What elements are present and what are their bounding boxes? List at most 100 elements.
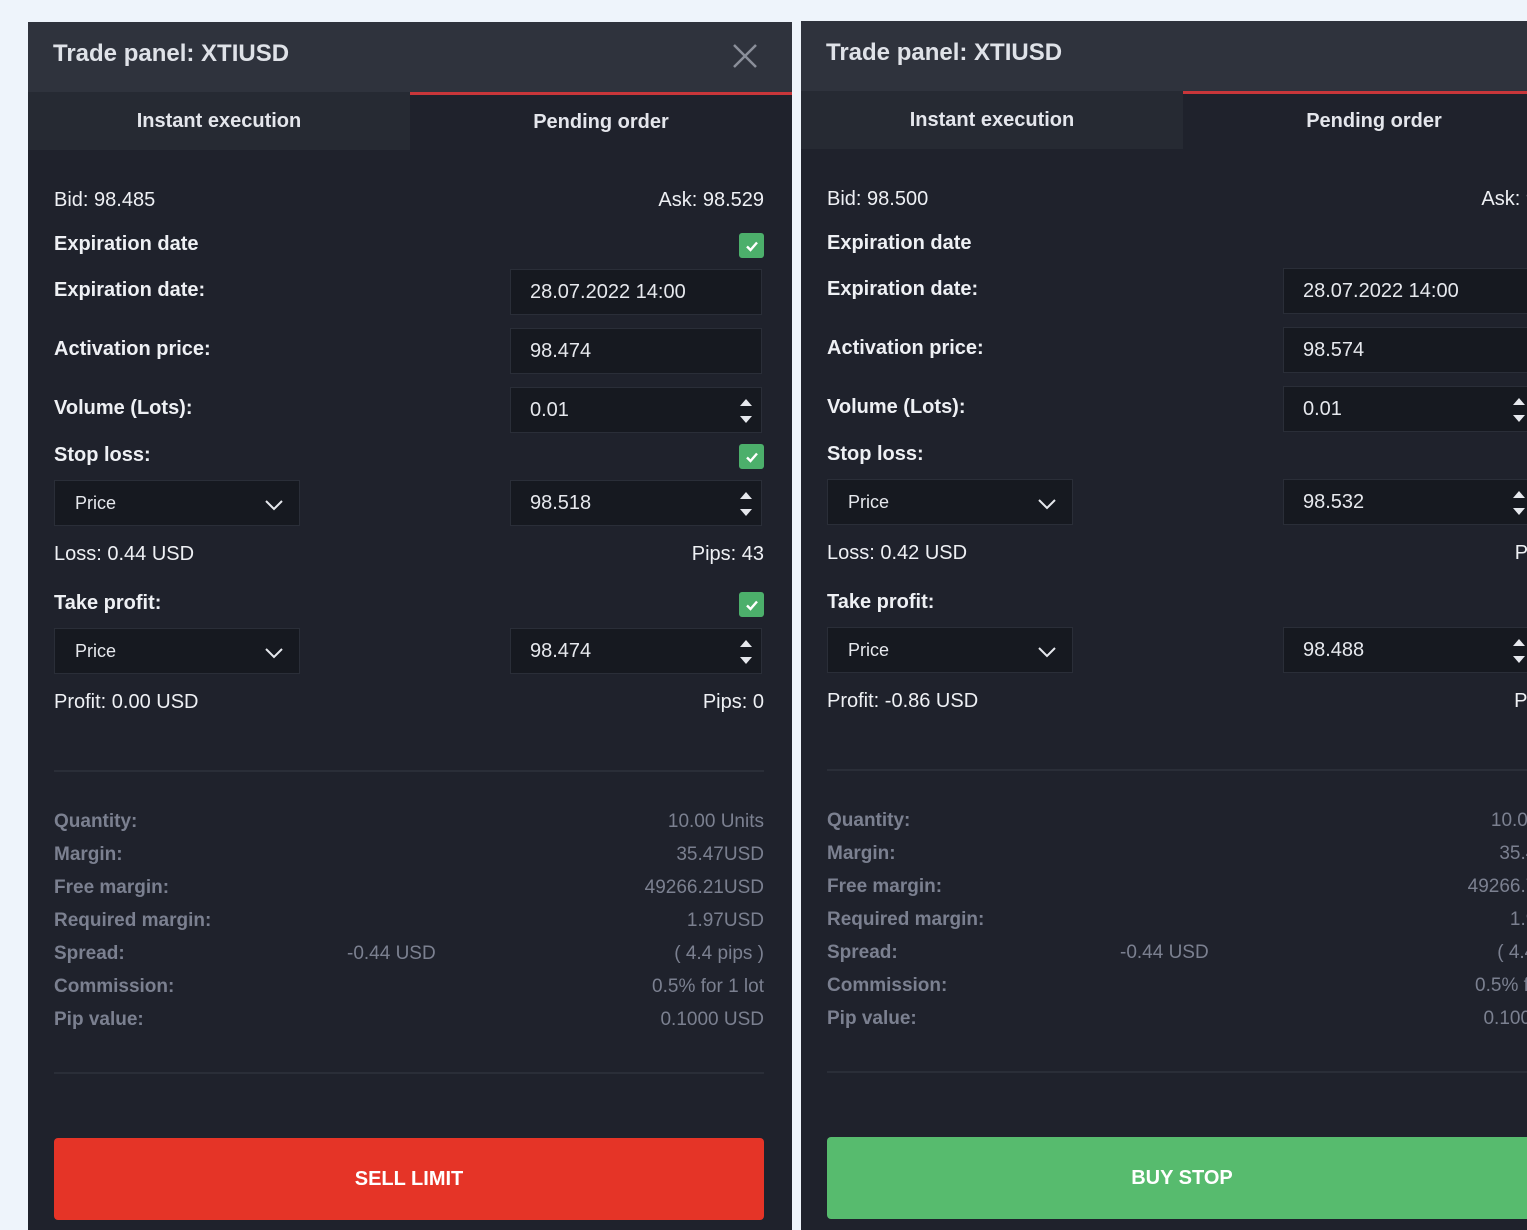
profit-row: Profit: 0.00 USD Pips: 0 — [54, 691, 764, 719]
info-free-margin: Free margin: 49266.21USD — [54, 877, 764, 905]
volume-value: 0.01 — [1303, 397, 1342, 420]
checkmark-icon — [745, 452, 758, 463]
take-profit-value: 98.474 — [530, 639, 592, 662]
take-profit-mode-select[interactable]: Price — [827, 627, 1073, 673]
commission-label: Commission: — [827, 975, 948, 996]
panel-header: Trade panel: XTIUSD — [28, 22, 792, 92]
quote-row: Bid: 98.500 Ask: 98.544 — [827, 188, 1527, 214]
close-icon[interactable] — [730, 41, 760, 71]
loss-row: Loss: 0.44 USD Pips: 43 — [54, 543, 764, 571]
tab-pending-order[interactable]: Pending order — [1183, 91, 1527, 149]
tab-instant-execution[interactable]: Instant execution — [801, 91, 1183, 149]
info-spread: Spread: -0.44 USD ( 4.4 pips ) — [827, 942, 1527, 970]
loss-amount: Loss: 0.42 USD — [827, 542, 968, 564]
take-profit-stepper[interactable]: 98.474 — [510, 628, 762, 674]
activation-price-value: 98.474 — [530, 339, 592, 362]
volume-stepper[interactable]: 0.01 — [1283, 386, 1527, 432]
expiration-date-label: Expiration date: — [54, 279, 206, 301]
margin-label: Margin: — [827, 843, 896, 864]
info-free-margin: Free margin: 49266.71USD — [827, 876, 1527, 904]
take-profit-checkbox[interactable] — [739, 592, 764, 617]
volume-label: Volume (Lots): — [54, 397, 193, 419]
panel-title: Trade panel: XTIUSD — [53, 40, 290, 67]
stop-loss-stepper[interactable]: 98.518 — [510, 480, 762, 526]
stepper-arrows-icon[interactable] — [1510, 391, 1527, 429]
expiration-date-label: Expiration date: — [827, 278, 979, 300]
expiration-date-value: 28.07.2022 14:00 — [530, 280, 686, 303]
expiration-checkbox[interactable] — [739, 233, 764, 258]
stop-loss-value: 98.518 — [530, 491, 592, 514]
expiration-toggle-label: Expiration date — [54, 233, 199, 255]
expiration-toggle-row: Expiration date — [54, 233, 764, 261]
expiration-date-value: 28.07.2022 14:00 — [1303, 279, 1459, 302]
stop-loss-mode-select[interactable]: Price — [827, 479, 1073, 525]
stop-loss-label: Stop loss: — [827, 443, 924, 465]
stepper-arrows-icon[interactable] — [737, 485, 755, 523]
take-profit-mode-value: Price — [75, 640, 117, 661]
spread-label: Spread: — [54, 943, 125, 964]
stepper-arrows-icon[interactable] — [1510, 632, 1527, 670]
margin-value: 35.47USD — [676, 844, 764, 865]
loss-amount: Loss: 0.44 USD — [54, 543, 195, 565]
tab-instant-execution[interactable]: Instant execution — [28, 92, 410, 150]
expiration-date-input[interactable]: 28.07.2022 14:00 — [510, 269, 762, 315]
stepper-arrows-icon[interactable] — [1510, 484, 1527, 522]
volume-label: Volume (Lots): — [827, 396, 966, 418]
profit-pips: Pips: 0 — [702, 691, 764, 713]
activation-price-input[interactable]: 98.474 — [510, 328, 762, 374]
chevron-down-icon — [265, 648, 283, 659]
sell-limit-button[interactable]: SELL LIMIT — [54, 1138, 764, 1220]
buy-stop-button[interactable]: BUY STOP — [827, 1137, 1527, 1219]
loss-pips: Pips: 43 — [691, 543, 764, 565]
commission-value: 0.5% for 1 lot — [1475, 975, 1527, 996]
activation-price-label: Activation price: — [827, 337, 984, 359]
stepper-arrows-icon[interactable] — [737, 633, 755, 671]
stop-loss-row: Stop loss: — [827, 443, 1527, 471]
bid-price: Bid: 98.500 — [827, 188, 929, 210]
take-profit-mode-select[interactable]: Price — [54, 628, 300, 674]
profit-amount: Profit: 0.00 USD — [54, 691, 199, 713]
stop-loss-mode-value: Price — [848, 491, 890, 512]
commission-value: 0.5% for 1 lot — [652, 976, 764, 997]
required-margin-label: Required margin: — [54, 910, 212, 931]
info-commission: Commission: 0.5% for 1 lot — [54, 976, 764, 1004]
order-tabs: Instant execution Pending order — [801, 91, 1527, 149]
stop-loss-mode-select[interactable]: Price — [54, 480, 300, 526]
info-spread: Spread: -0.44 USD ( 4.4 pips ) — [54, 943, 764, 971]
free-margin-label: Free margin: — [54, 877, 170, 898]
volume-value: 0.01 — [530, 398, 569, 421]
stop-loss-stepper[interactable]: 98.532 — [1283, 479, 1527, 525]
info-margin: Margin: 35.47USD — [54, 844, 764, 872]
quantity-value: 10.00 Units — [1490, 810, 1527, 831]
info-quantity: Quantity: 10.00 Units — [54, 811, 764, 839]
info-required-margin: Required margin: 1.97USD — [827, 909, 1527, 937]
info-pip-value: Pip value: 0.1000 USD — [54, 1009, 764, 1037]
stepper-arrows-icon[interactable] — [737, 392, 755, 430]
divider — [54, 1072, 764, 1074]
tab-pending-order[interactable]: Pending order — [410, 92, 792, 150]
spread-pips: ( 4.4 pips ) — [1497, 942, 1527, 963]
info-pip-value: Pip value: 0.1000 USD — [827, 1008, 1527, 1036]
required-margin-label: Required margin: — [827, 909, 985, 930]
stop-loss-value: 98.532 — [1303, 490, 1365, 513]
order-tabs: Instant execution Pending order — [28, 92, 792, 150]
expiration-date-input[interactable]: 28.07.2022 14:00 — [1283, 268, 1527, 314]
chevron-down-icon — [1038, 499, 1056, 510]
pip-value-label: Pip value: — [54, 1009, 144, 1030]
info-commission: Commission: 0.5% for 1 lot — [827, 975, 1527, 1003]
stop-loss-checkbox[interactable] — [739, 444, 764, 469]
spread-label: Spread: — [827, 942, 898, 963]
take-profit-stepper[interactable]: 98.488 — [1283, 627, 1527, 673]
free-margin-value: 49266.71USD — [1467, 876, 1527, 897]
activation-price-input[interactable]: 98.574 — [1283, 327, 1527, 373]
expiration-toggle-row: Expiration date — [827, 232, 1527, 260]
info-quantity: Quantity: 10.00 Units — [827, 810, 1527, 838]
volume-stepper[interactable]: 0.01 — [510, 387, 762, 433]
take-profit-mode-value: Price — [848, 639, 890, 660]
free-margin-label: Free margin: — [827, 876, 943, 897]
activation-price-value: 98.574 — [1303, 338, 1365, 361]
commission-label: Commission: — [54, 976, 175, 997]
profit-pips: Pips: -85 — [1514, 690, 1527, 712]
activation-price-label: Activation price: — [54, 338, 211, 360]
take-profit-row: Take profit: — [827, 591, 1527, 619]
